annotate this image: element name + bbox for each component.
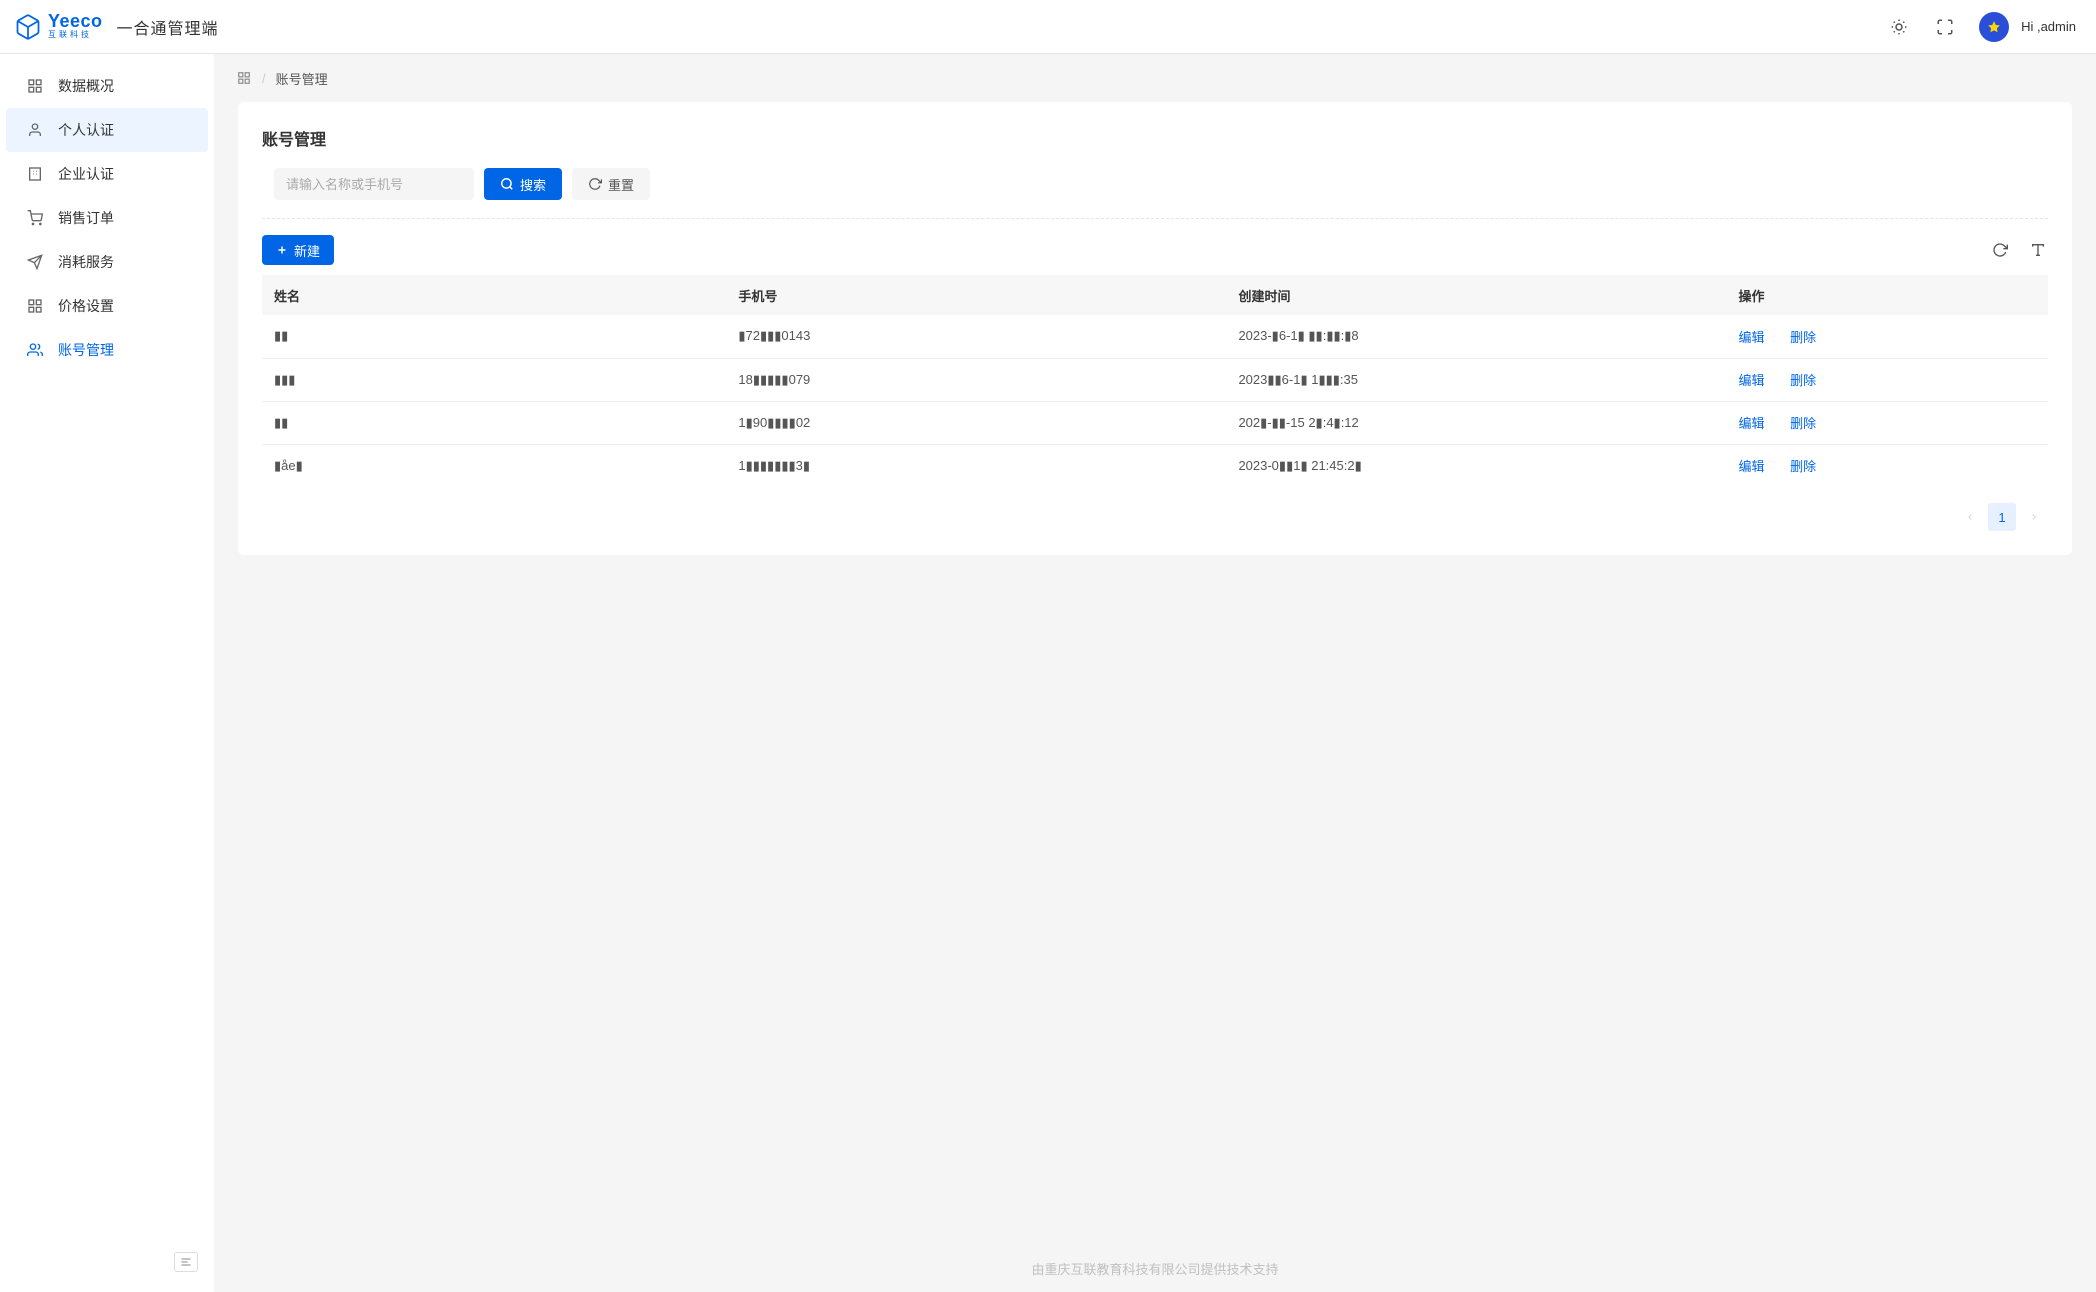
cell-created: 202▮-▮▮-15 2▮:4▮:12 [1226, 401, 1726, 444]
table-row: ▮▮▮ 18▮▮▮▮▮079 2023▮▮6-1▮ 1▮▮▮:35 编辑 删除 [262, 358, 2048, 401]
home-icon[interactable] [236, 70, 252, 86]
cell-phone: 18▮▮▮▮▮079 [726, 358, 1226, 401]
cell-ops: 编辑 删除 [1727, 358, 2048, 401]
pagination-next[interactable] [2020, 503, 2048, 531]
search-icon [500, 177, 514, 191]
header-created: 创建时间 [1226, 275, 1726, 315]
header-ops: 操作 [1727, 275, 2048, 315]
cell-created: 2023-0▮▮1▮ 21:45:2▮ [1226, 444, 1726, 487]
edit-link[interactable]: 编辑 [1739, 459, 1765, 474]
sidebar-item-price-settings[interactable]: 价格设置 [6, 284, 208, 328]
sidebar-item-account-management[interactable]: 账号管理 [6, 328, 208, 372]
edit-link[interactable]: 编辑 [1739, 330, 1765, 345]
header-right: Hi ,admin [1887, 12, 2076, 42]
logo-brand: Yeeco 互联科技 [48, 13, 103, 40]
sidebar: 数据概况 个人认证 企业认证 销售订单 消耗服务 [0, 54, 214, 1292]
sidebar-item-personal-auth[interactable]: 个人认证 [6, 108, 208, 152]
cell-created: 2023-▮6-1▮ ▮▮:▮▮:▮8 [1226, 315, 1726, 358]
delete-link[interactable]: 删除 [1790, 373, 1816, 388]
cell-name: ▮▮ [262, 315, 726, 358]
cell-created: 2023▮▮6-1▮ 1▮▮▮:35 [1226, 358, 1726, 401]
table-toolbar: 新建 [262, 235, 2048, 265]
accounts-table: 姓名 手机号 创建时间 操作 ▮▮ ▮72▮▮▮0143 2023-▮6-1▮ … [262, 275, 2048, 487]
search-bar: 搜索 重置 [262, 168, 2048, 219]
edit-link[interactable]: 编辑 [1739, 373, 1765, 388]
edit-link[interactable]: 编辑 [1739, 416, 1765, 431]
toolbar-tools [1990, 240, 2048, 260]
app-header: Yeeco 互联科技 一合通管理端 Hi ,admin [0, 0, 2096, 54]
sidebar-item-label: 企业认证 [58, 164, 114, 184]
sidebar-item-label: 账号管理 [58, 340, 114, 360]
grid-icon [26, 77, 44, 95]
cell-phone: ▮72▮▮▮0143 [726, 315, 1226, 358]
users-icon [26, 341, 44, 359]
user-icon [26, 121, 44, 139]
breadcrumb-current: 账号管理 [276, 69, 328, 88]
sidebar-item-label: 个人认证 [58, 120, 114, 140]
sidebar-item-sales-orders[interactable]: 销售订单 [6, 196, 208, 240]
reset-button[interactable]: 重置 [572, 168, 650, 200]
cell-name: ▮▮▮ [262, 358, 726, 401]
content-card: 账号管理 搜索 重置 [238, 102, 2072, 555]
refresh-icon [588, 177, 602, 191]
theme-toggle-icon[interactable] [1887, 15, 1911, 39]
cell-ops: 编辑 删除 [1727, 444, 2048, 487]
search-input[interactable] [274, 168, 474, 200]
delete-link[interactable]: 删除 [1790, 416, 1816, 431]
cell-name: ▮▮ [262, 401, 726, 444]
greeting: Hi ,admin [2021, 19, 2076, 34]
cart-icon [26, 209, 44, 227]
reset-button-label: 重置 [608, 175, 634, 194]
sidebar-item-enterprise-auth[interactable]: 企业认证 [6, 152, 208, 196]
user-info[interactable]: Hi ,admin [1979, 12, 2076, 42]
send-icon [26, 253, 44, 271]
app-logo: Yeeco 互联科技 [14, 13, 103, 41]
page-title: 账号管理 [262, 126, 2048, 150]
sidebar-item-label: 价格设置 [58, 296, 114, 316]
cell-ops: 编辑 删除 [1727, 315, 2048, 358]
pagination-page-1[interactable]: 1 [1988, 503, 2016, 531]
fullscreen-icon[interactable] [1933, 15, 1957, 39]
main-content: / 账号管理 账号管理 搜索 重置 [214, 54, 2096, 1292]
cube-icon [14, 13, 42, 41]
sidebar-item-label: 销售订单 [58, 208, 114, 228]
grid2-icon [26, 297, 44, 315]
cell-ops: 编辑 删除 [1727, 401, 2048, 444]
cell-phone: 1▮▮▮▮▮▮▮3▮ [726, 444, 1226, 487]
create-button[interactable]: 新建 [262, 235, 334, 265]
header-left: Yeeco 互联科技 一合通管理端 [14, 13, 219, 41]
sidebar-item-data-overview[interactable]: 数据概况 [6, 64, 208, 108]
sidebar-item-label: 数据概况 [58, 76, 114, 96]
pagination-prev[interactable] [1956, 503, 1984, 531]
cell-name: ▮åe▮ [262, 444, 726, 487]
search-button[interactable]: 搜索 [484, 168, 562, 200]
column-settings-icon[interactable] [2028, 240, 2048, 260]
delete-link[interactable]: 删除 [1790, 330, 1816, 345]
table-row: ▮▮ ▮72▮▮▮0143 2023-▮6-1▮ ▮▮:▮▮:▮8 编辑 删除 [262, 315, 2048, 358]
building-icon [26, 165, 44, 183]
reload-icon[interactable] [1990, 240, 2010, 260]
sidebar-item-consumption-services[interactable]: 消耗服务 [6, 240, 208, 284]
sidebar-collapse-toggle[interactable] [174, 1252, 198, 1272]
table-row: ▮▮ 1▮90▮▮▮▮02 202▮-▮▮-15 2▮:4▮:12 编辑 删除 [262, 401, 2048, 444]
table-row: ▮åe▮ 1▮▮▮▮▮▮▮3▮ 2023-0▮▮1▮ 21:45:2▮ 编辑 删… [262, 444, 2048, 487]
table-header-row: 姓名 手机号 创建时间 操作 [262, 275, 2048, 315]
header-phone: 手机号 [726, 275, 1226, 315]
plus-icon [276, 244, 288, 256]
sidebar-item-label: 消耗服务 [58, 252, 114, 272]
create-button-label: 新建 [294, 241, 320, 260]
delete-link[interactable]: 删除 [1790, 459, 1816, 474]
breadcrumb-separator: / [262, 71, 266, 86]
app-title: 一合通管理端 [117, 15, 219, 39]
search-button-label: 搜索 [520, 175, 546, 194]
pagination: 1 [262, 503, 2048, 531]
header-name: 姓名 [262, 275, 726, 315]
footer: 由重庆互联教育科技有限公司提供技术支持 [214, 1245, 2096, 1292]
avatar [1979, 12, 2009, 42]
logo-sub: 互联科技 [48, 29, 92, 40]
cell-phone: 1▮90▮▮▮▮02 [726, 401, 1226, 444]
logo-word: Yeeco [48, 13, 103, 29]
breadcrumb: / 账号管理 [214, 54, 2096, 102]
